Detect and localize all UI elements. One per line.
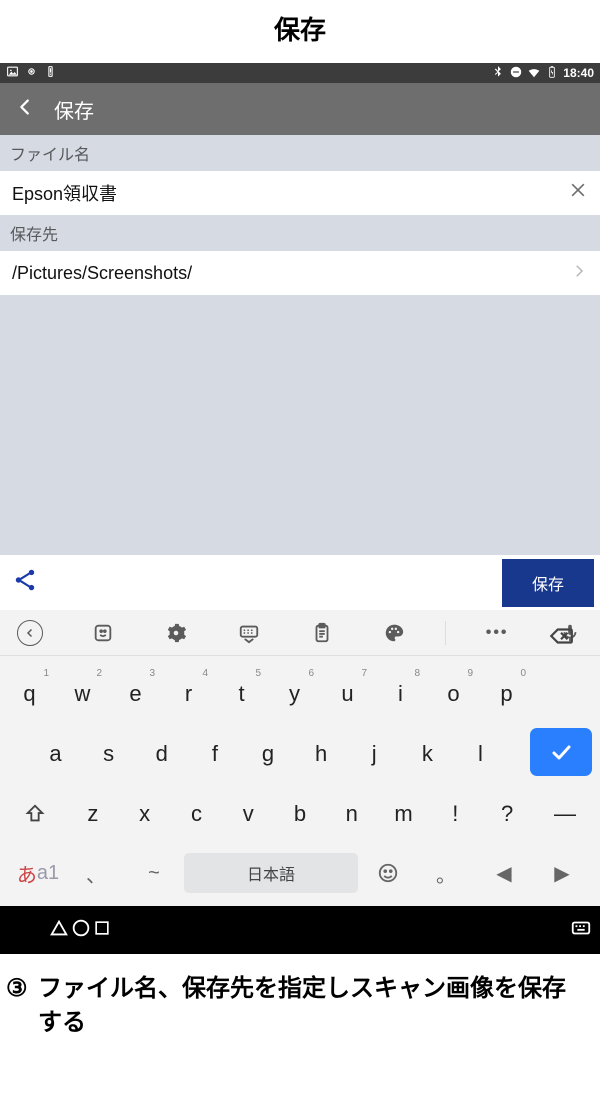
emoji-key[interactable] (360, 862, 416, 884)
key-t[interactable]: t5 (216, 668, 267, 720)
shift-key[interactable] (4, 788, 66, 840)
separator (445, 621, 446, 645)
key-g[interactable]: g (242, 728, 293, 780)
alert-icon (44, 65, 57, 81)
key-r[interactable]: r4 (163, 668, 214, 720)
android-status-bar: 18:40 (0, 63, 600, 83)
destination-section-label: 保存先 (0, 215, 600, 251)
key-k[interactable]: k (402, 728, 453, 780)
gear-icon[interactable] (154, 622, 198, 644)
backspace-key[interactable] (530, 610, 592, 662)
filename-row (0, 171, 600, 215)
key-n[interactable]: n (327, 788, 377, 840)
filename-section-label: ファイル名 (0, 135, 600, 171)
key-w[interactable]: w2 (57, 668, 108, 720)
sticker-icon[interactable] (81, 622, 125, 644)
key-c[interactable]: c (172, 788, 222, 840)
key-p[interactable]: p0 (481, 668, 532, 720)
comma-key[interactable]: 、 (68, 859, 124, 888)
destination-row[interactable]: /Pictures/Screenshots/ (0, 251, 600, 295)
key-punct[interactable]: ? (482, 788, 532, 840)
battery-charging-icon (545, 65, 559, 82)
target-icon (25, 65, 38, 81)
key-y[interactable]: y6 (269, 668, 320, 720)
wifi-icon (527, 65, 541, 82)
action-bar: 保存 (0, 555, 600, 610)
instruction-caption: ③ ファイル名、保存先を指定しスキャン画像を保存する (0, 954, 600, 1063)
key-i[interactable]: i8 (375, 668, 426, 720)
bluetooth-icon (491, 65, 505, 82)
clear-icon[interactable] (568, 180, 588, 206)
save-button[interactable]: 保存 (502, 559, 594, 607)
key-q[interactable]: q1 (4, 668, 55, 720)
app-bar: 保存 (0, 83, 600, 135)
palette-icon[interactable] (372, 622, 416, 644)
app-bar-title: 保存 (54, 95, 94, 124)
nav-recent-button[interactable] (92, 918, 112, 943)
cursor-right-key[interactable]: ▶ (534, 861, 590, 886)
share-icon[interactable] (12, 567, 38, 598)
key-v[interactable]: v (223, 788, 273, 840)
more-icon[interactable]: ••• (475, 624, 519, 642)
key-z[interactable]: z (68, 788, 118, 840)
clipboard-icon[interactable] (300, 622, 344, 644)
enter-key[interactable] (530, 728, 592, 776)
key-l[interactable]: l (455, 728, 506, 780)
nav-home-button[interactable] (70, 917, 92, 944)
nav-ime-button[interactable] (570, 917, 592, 944)
key-d[interactable]: d (136, 728, 187, 780)
key-a[interactable]: a (30, 728, 81, 780)
destination-value: /Pictures/Screenshots/ (12, 263, 192, 284)
cursor-left-key[interactable]: ◀ (476, 861, 532, 886)
key-punct[interactable]: ! (430, 788, 480, 840)
soft-keyboard: ••• q1w2e3r4t5y6u7i8o9p0 asdfghjkl zxcvb… (0, 610, 600, 906)
key-x[interactable]: x (120, 788, 170, 840)
key-h[interactable]: h (296, 728, 347, 780)
filename-input[interactable] (12, 183, 568, 204)
lang-switch-key[interactable]: あa1 (10, 859, 66, 888)
image-icon (6, 65, 19, 81)
period-key[interactable]: 。 (418, 859, 474, 888)
key-u[interactable]: u7 (322, 668, 373, 720)
key-j[interactable]: j (349, 728, 400, 780)
status-time: 18:40 (563, 66, 594, 80)
key-s[interactable]: s (83, 728, 134, 780)
empty-area (0, 295, 600, 555)
back-button[interactable] (14, 96, 36, 123)
key-b[interactable]: b (275, 788, 325, 840)
kb-collapse-button[interactable] (8, 620, 52, 646)
key-m[interactable]: m (379, 788, 429, 840)
key-f[interactable]: f (189, 728, 240, 780)
keyboard-layout-icon[interactable] (227, 622, 271, 644)
key-o[interactable]: o9 (428, 668, 479, 720)
space-key[interactable]: 日本語 (184, 853, 358, 893)
chevron-right-icon (570, 262, 588, 285)
key-e[interactable]: e3 (110, 668, 161, 720)
android-nav-bar (0, 906, 600, 954)
dnd-icon (509, 65, 523, 82)
nav-back-button[interactable] (48, 917, 70, 944)
page-title: 保存 (0, 0, 600, 63)
tilde-key[interactable]: ~ (126, 862, 182, 885)
dash-key[interactable]: — (534, 788, 596, 840)
